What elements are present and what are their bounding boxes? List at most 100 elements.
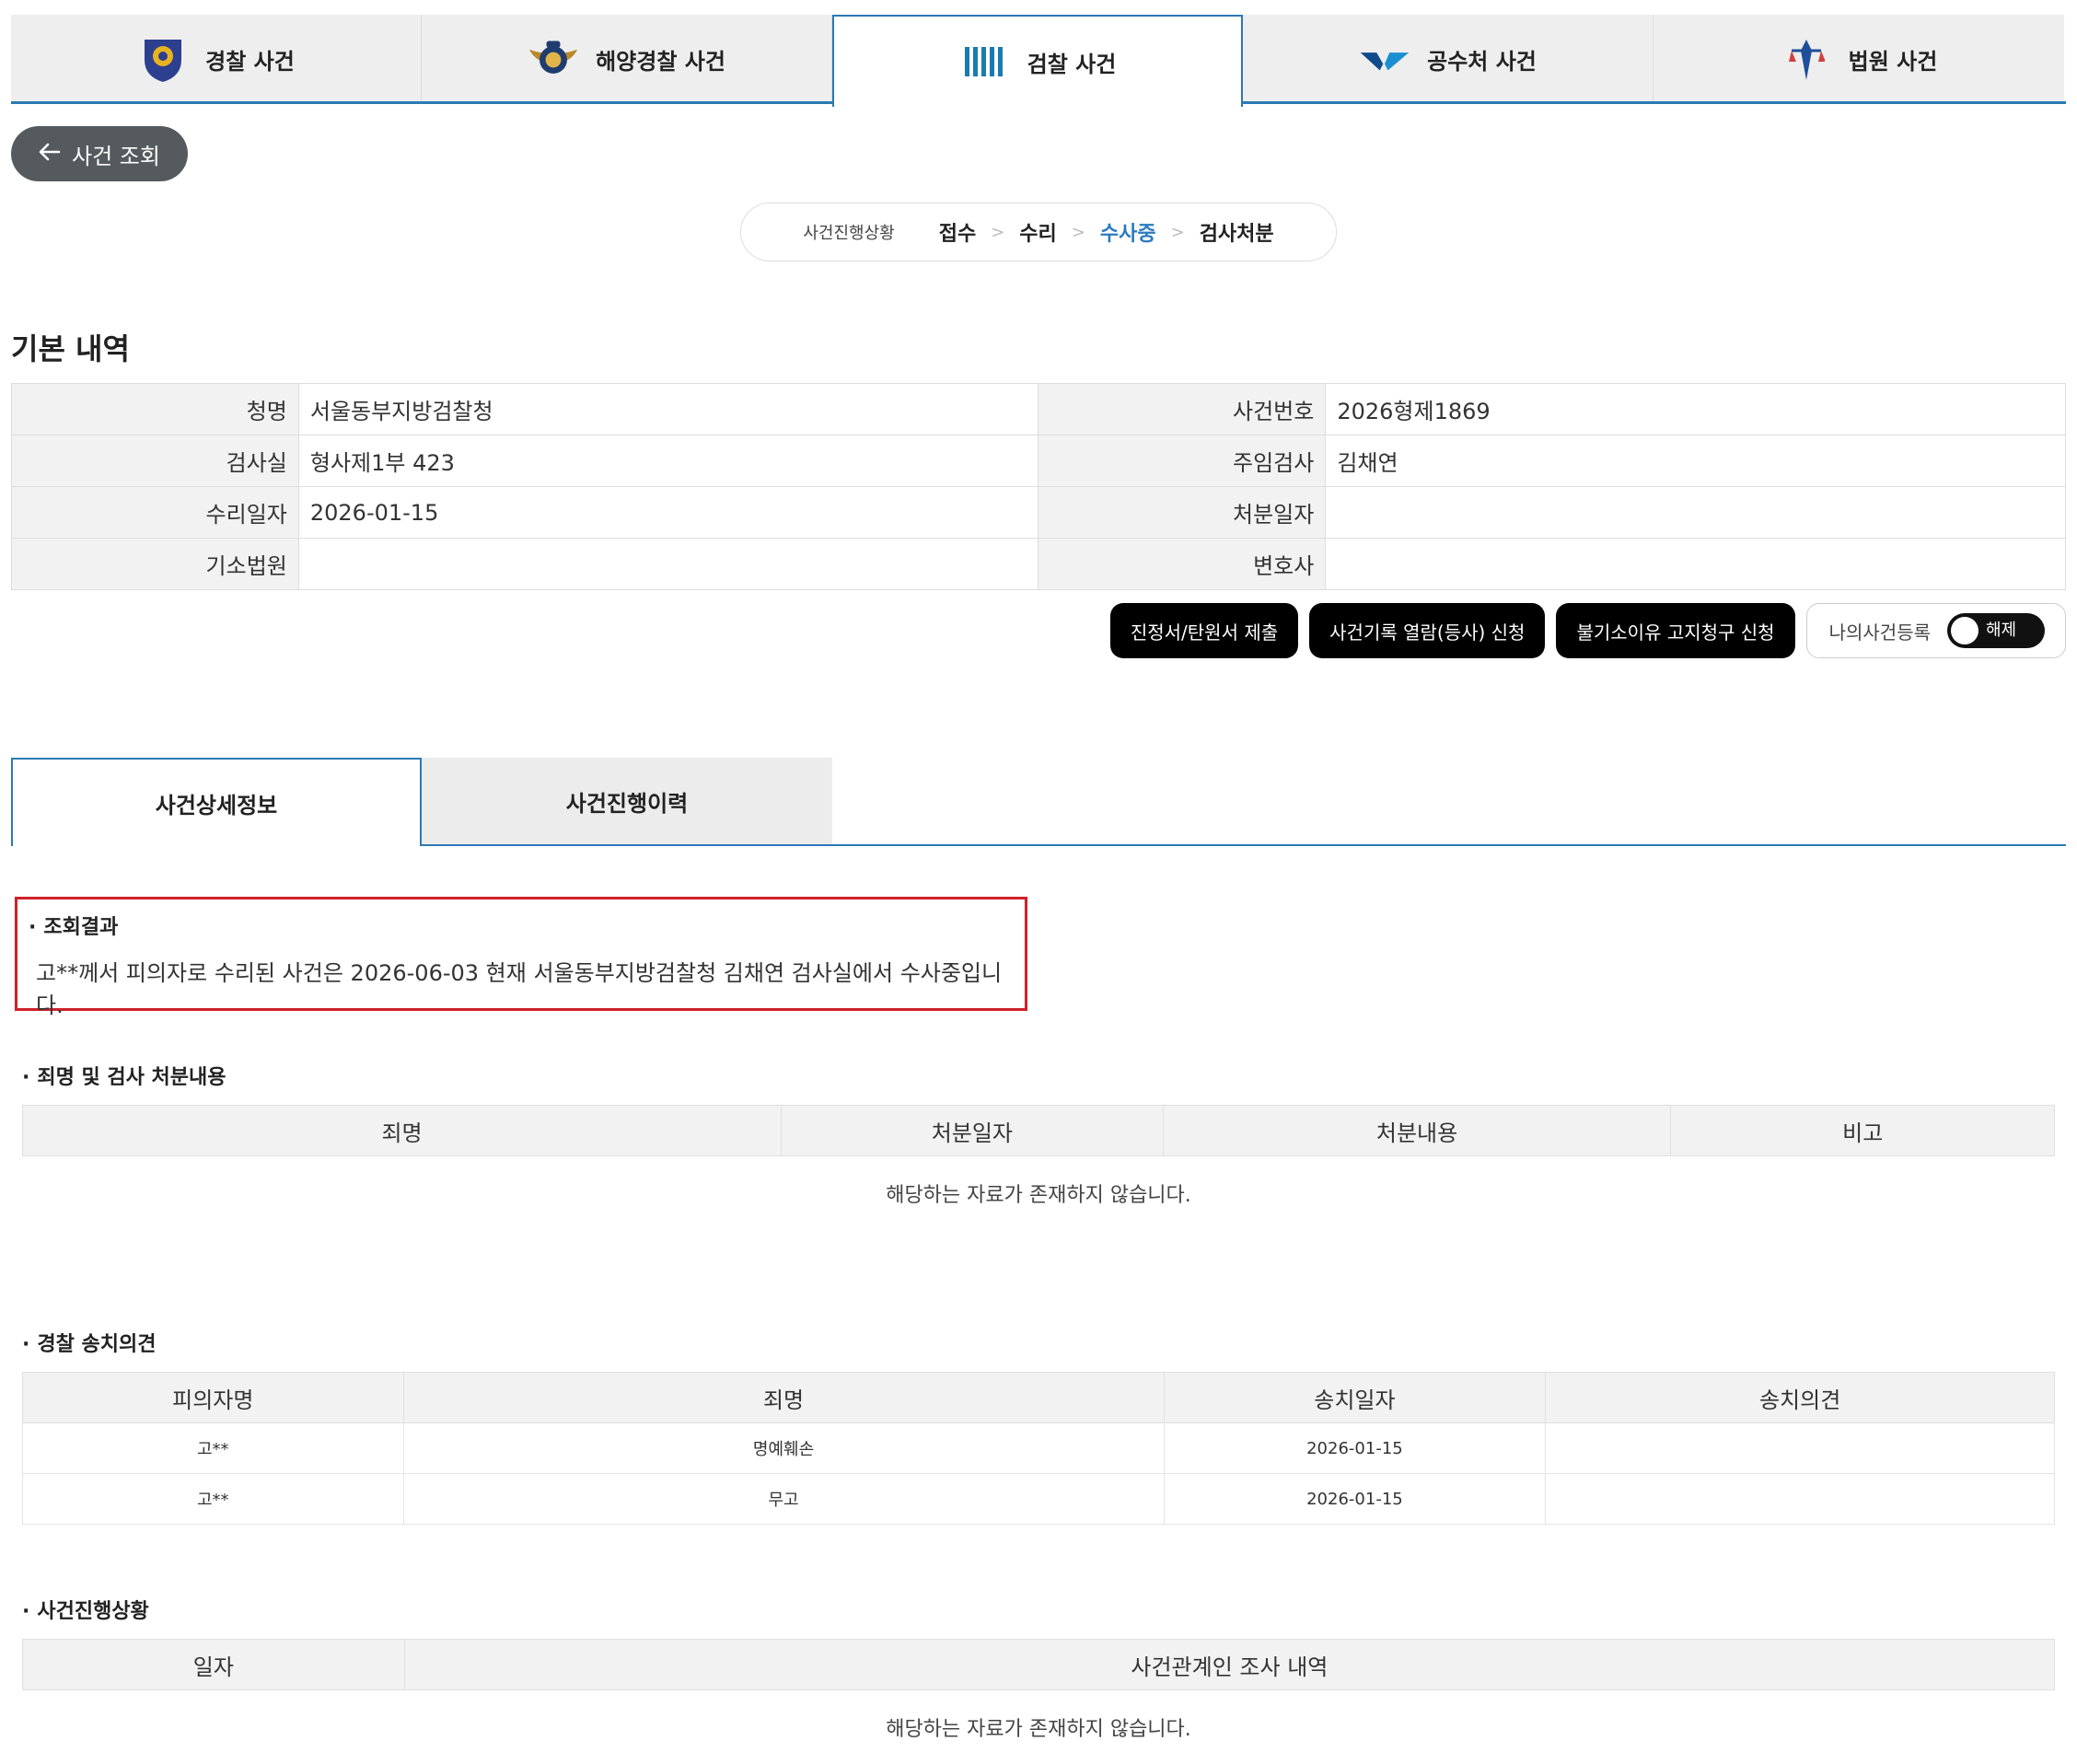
progress-step-disposition: 검사처분 — [1199, 223, 1274, 246]
case-progress-table: 일자 사건관계인 조사 내역 — [22, 1639, 2056, 1690]
tab-label: 검찰 사건 — [1027, 51, 1117, 77]
police-opinion-table: 피의자명 죄명 송치일자 송치의견 고** 명예훼손 2026-01-15 고** 무고… — [22, 1372, 2055, 1525]
field-value: 형사제1부 423 — [297, 435, 1039, 487]
field-label: 사건번호 — [1038, 383, 1327, 435]
table-cell: 무고 — [402, 1473, 1165, 1525]
column-header: 처분내용 — [1162, 1105, 1672, 1156]
field-value: 김채연 — [1325, 435, 2066, 487]
back-button-label: 사건 조회 — [72, 143, 160, 169]
charges-empty-message: 해당하는 자료가 존재하지 않습니다. — [886, 1184, 1191, 1207]
column-header: 피의자명 — [22, 1372, 404, 1423]
non-prosecution-notice-button[interactable]: 불기소이유 고지청구 신청 — [1556, 603, 1795, 658]
field-value — [297, 538, 1039, 590]
charges-table: 죄명 처분일자 처분내용 비고 — [21, 1105, 2055, 1156]
charges-section-title: · 죄명 및 검사 처분내용 — [22, 1061, 226, 1090]
prosecution-emblem-icon — [959, 36, 1011, 87]
progress-label: 사건진행상황 — [803, 224, 895, 243]
table-row: 청명 서울동부지방검찰청 사건번호 2026형제1869 — [11, 383, 2066, 435]
bullet: · — [22, 1066, 30, 1089]
column-header: 처분일자 — [781, 1105, 1164, 1156]
field-label: 수리일자 — [11, 486, 299, 539]
field-label: 변호사 — [1038, 538, 1327, 590]
case-progress-section-title: · 사건진행상황 — [22, 1595, 149, 1624]
table-row: 기소법원 변호사 — [11, 538, 2066, 590]
police-opinion-section-title: · 경찰 송치의견 — [22, 1328, 156, 1357]
submit-petition-button[interactable]: 진정서/탄원서 제출 — [1109, 603, 1299, 658]
tab-prosecution-case[interactable]: 검찰 사건 — [832, 15, 1243, 107]
field-value: 2026-01-15 — [297, 486, 1039, 539]
tab-coast-guard-case[interactable]: 해양경찰 사건 — [422, 15, 832, 104]
inquiry-result-box: · 조회결과 고**께서 피의자로 수리된 사건은 2026-06-03 현재 서… — [15, 897, 1027, 1018]
tab-court-case[interactable]: 법원 사건 — [1653, 15, 2064, 104]
progress-step-received: 접수 — [938, 223, 977, 246]
field-label: 처분일자 — [1038, 486, 1327, 539]
basic-info-table: 청명 서울동부지방검찰청 사건번호 2026형제1869 검사실 형사제1부 423 주임검… — [11, 383, 2066, 590]
table-cell: 고** — [22, 1473, 404, 1525]
case-progress-breadcrumb: 사건진행상황 접수 > 수리 > 수사중 > 검사처분 — [740, 203, 1337, 261]
back-to-search-button[interactable]: 사건 조회 — [11, 126, 188, 181]
tab-label: 해양경찰 사건 — [596, 49, 725, 75]
table-cell: 고** — [22, 1422, 404, 1474]
my-case-toggle[interactable]: 해제 — [1947, 613, 2045, 648]
field-label: 주임검사 — [1038, 435, 1327, 487]
field-label: 기소법원 — [11, 538, 299, 590]
tab-police-case[interactable]: 경찰 사건 — [11, 15, 422, 104]
toggle-knob — [1951, 617, 1978, 644]
my-case-registration: 나의사건등록 해제 — [1805, 603, 2066, 658]
column-header: 죄명 — [21, 1105, 783, 1156]
column-header: 죄명 — [402, 1372, 1165, 1423]
column-header: 송치일자 — [1163, 1372, 1547, 1423]
records-request-button[interactable]: 사건기록 열람(등사) 신청 — [1309, 603, 1546, 658]
column-header: 송치의견 — [1545, 1372, 2055, 1423]
field-value: 2026형제1869 — [1325, 383, 2066, 435]
tab-case-detail[interactable]: 사건상세정보 — [11, 758, 422, 846]
table-cell: 2026-01-15 — [1163, 1422, 1547, 1474]
result-text: 고**께서 피의자로 수리된 사건은 2026-06-03 현재 서울동부지방검… — [36, 960, 1003, 1018]
detail-tabs: 사건상세정보 사건진행이력 — [11, 758, 2066, 846]
chevron-right-icon: > — [1170, 222, 1185, 242]
tab-cio-case[interactable]: 공수처 사건 — [1243, 15, 1653, 104]
agency-tabs: 경찰 사건 해양경찰 사건 검찰 사건 공수처 사건 법원 사건 — [11, 15, 2066, 107]
my-case-label: 나의사건등록 — [1828, 621, 1931, 644]
field-value — [1325, 538, 2066, 590]
coast-guard-emblem-icon — [528, 34, 579, 86]
charges-title: 죄명 및 검사 처분내용 — [37, 1066, 226, 1089]
field-value: 서울동부지방검찰청 — [297, 383, 1039, 435]
table-cell: 2026-01-15 — [1163, 1473, 1547, 1525]
tab-label: 법원 사건 — [1848, 49, 1938, 75]
court-emblem-icon — [1781, 34, 1832, 86]
result-title: · 조회결과 — [29, 911, 118, 940]
case-progress-empty-message: 해당하는 자료가 존재하지 않습니다. — [886, 1718, 1191, 1741]
action-bar: 진정서/탄원서 제출 사건기록 열람(등사) 신청 불기소이유 고지청구 신청 … — [1109, 603, 2066, 658]
field-label: 검사실 — [11, 435, 299, 487]
bullet: · — [29, 916, 37, 939]
table-row: 고** 무고 2026-01-15 — [22, 1473, 2055, 1525]
column-header: 일자 — [22, 1639, 405, 1690]
table-row: 검사실 형사제1부 423 주임검사 김채연 — [11, 435, 2066, 487]
toggle-label: 해제 — [1986, 621, 2017, 640]
column-header: 비고 — [1670, 1105, 2055, 1156]
table-cell — [1545, 1473, 2055, 1525]
table-cell: 명예훼손 — [402, 1422, 1165, 1474]
field-label: 청명 — [11, 383, 299, 435]
table-row: 수리일자 2026-01-15 처분일자 — [11, 486, 2066, 539]
table-row: 고** 명예훼손 2026-01-15 — [22, 1422, 2055, 1474]
tab-case-history[interactable]: 사건진행이력 — [422, 758, 832, 844]
police-emblem-icon — [137, 34, 189, 86]
tab-label: 공수처 사건 — [1427, 49, 1537, 75]
page-title: 기본 내역 — [11, 331, 130, 366]
police-opinion-title: 경찰 송치의견 — [37, 1333, 157, 1356]
bullet: · — [22, 1600, 30, 1623]
column-header: 사건관계인 조사 내역 — [403, 1639, 2056, 1690]
case-progress-title: 사건진행상황 — [37, 1600, 149, 1623]
arrow-left-icon — [39, 141, 61, 167]
table-cell — [1545, 1422, 2055, 1474]
field-value — [1325, 486, 2066, 539]
tab-label: 경찰 사건 — [205, 49, 295, 75]
progress-step-investigating: 수사중 — [1099, 223, 1156, 246]
progress-step-accepted: 수리 — [1019, 223, 1057, 246]
chevron-right-icon: > — [1071, 222, 1085, 242]
chevron-right-icon: > — [991, 222, 1005, 242]
cio-emblem-icon — [1359, 34, 1410, 86]
bullet: · — [22, 1333, 30, 1356]
